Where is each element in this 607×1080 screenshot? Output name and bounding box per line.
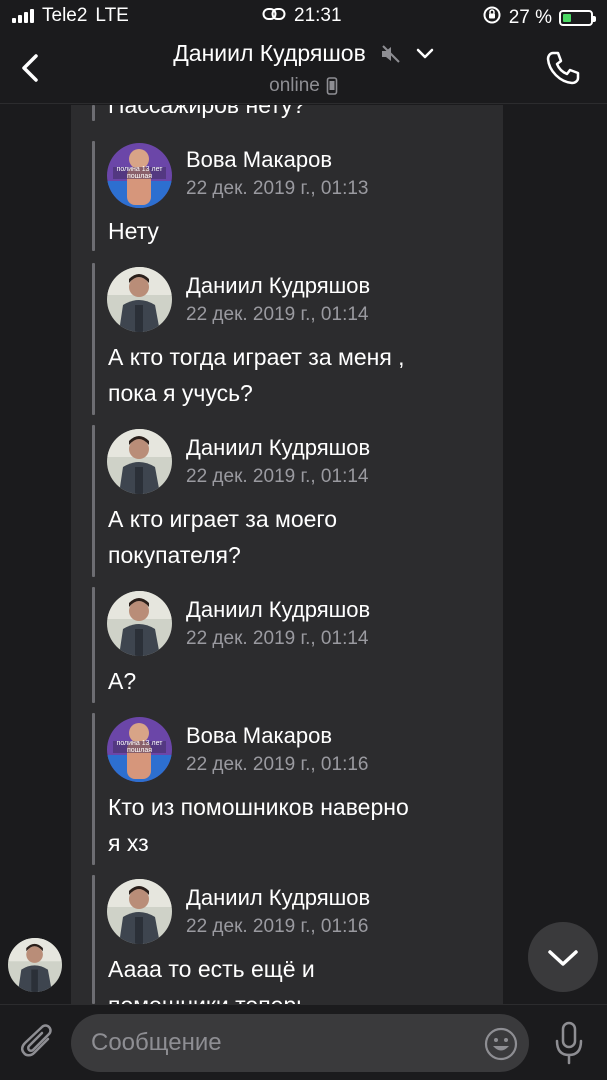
svg-text:полина 13 лет: полина 13 лет <box>117 166 164 173</box>
avatar-daniil[interactable] <box>107 879 172 944</box>
status-center: 21:31 <box>262 5 342 27</box>
message-date: 22 дек. 2019 г., 01:16 <box>186 916 369 937</box>
avatar-daniil[interactable] <box>107 267 172 332</box>
message-line: А кто тогда играет за меня , <box>108 344 405 370</box>
voice-record-button[interactable] <box>551 1019 587 1067</box>
message-author: Даниил Кудряшов <box>186 273 371 298</box>
message-text: Нету <box>108 218 159 244</box>
chat-header: Даниил Кудряшов online <box>0 34 607 104</box>
svg-text:полина 13 лет: полина 13 лет <box>117 740 164 747</box>
message-text: Аааа то есть ещё и помошники теперь <box>108 951 488 1004</box>
svg-text:пошлая: пошлая <box>127 747 152 754</box>
message-line: А кто играет за моего <box>108 506 338 532</box>
avatar-vova[interactable]: полина 13 лет пошлая <box>107 143 172 208</box>
compose-bar <box>0 1004 607 1080</box>
message-date: 22 дек. 2019 г., 01:14 <box>186 466 369 487</box>
chevron-down-icon <box>548 950 578 966</box>
message-line: помошники теперь <box>108 987 488 1004</box>
message-author: Даниил Кудряшов <box>186 597 371 622</box>
battery-icon <box>559 10 596 26</box>
message-text: Пассажиров нету? <box>108 105 306 118</box>
sender-avatar[interactable] <box>8 938 62 992</box>
svg-text:пошлая: пошлая <box>127 173 152 180</box>
quote-line <box>92 425 95 577</box>
emoji-button[interactable] <box>483 1026 519 1062</box>
message-author: Даниил Кудряшов <box>186 435 371 460</box>
quote-line <box>92 105 95 121</box>
orientation-lock-icon <box>482 5 502 31</box>
carrier-label: Tele2 <box>42 5 88 26</box>
clock: 21:31 <box>294 5 342 26</box>
microphone-icon <box>555 1021 583 1065</box>
phone-icon <box>546 51 580 85</box>
battery-percent: 27 % <box>508 7 552 28</box>
message-line: я хз <box>108 830 149 856</box>
call-button[interactable] <box>543 48 583 88</box>
message-text: А кто играет за моего покупателя? <box>108 501 488 573</box>
chat-title: Даниил Кудряшов <box>173 40 366 66</box>
network-label: LTE <box>95 5 129 26</box>
header-title-area[interactable]: Даниил Кудряшов online <box>0 40 607 97</box>
message-line: Аааа то есть ещё и <box>108 956 315 982</box>
quote-line <box>92 875 95 1004</box>
message-line: пока я учусь? <box>108 380 253 406</box>
quote-line <box>92 141 95 251</box>
battery-fill <box>563 14 571 22</box>
avatar-daniil[interactable] <box>107 591 172 656</box>
message-field[interactable] <box>71 1014 529 1072</box>
smiley-icon <box>484 1027 518 1061</box>
message-line: покупателя? <box>108 542 241 568</box>
message-date: 22 дек. 2019 г., 01:13 <box>186 178 369 199</box>
message-text: Кто из помошников наверно я хз <box>108 789 488 861</box>
status-right: 27 % <box>482 5 596 31</box>
message-date: 22 дек. 2019 г., 01:16 <box>186 754 369 775</box>
avatar-vova[interactable]: полина 13 лет пошлая <box>107 717 172 782</box>
muted-speaker-icon <box>381 44 400 63</box>
message-text: А? <box>108 668 137 694</box>
status-bar: Tele2 LTE 21:31 27 % <box>0 0 607 34</box>
message-line: Кто из помошников наверно <box>108 794 409 820</box>
signal-icon <box>12 9 34 23</box>
message-author: Вова Макаров <box>186 723 333 748</box>
quote-line <box>92 587 95 703</box>
quote-line <box>92 713 95 865</box>
message-author: Вова Макаров <box>186 147 333 172</box>
status-left: Tele2 LTE <box>12 5 129 27</box>
link-icon <box>262 5 286 27</box>
message-date: 22 дек. 2019 г., 01:14 <box>186 304 369 325</box>
presence-status: online <box>269 75 320 96</box>
avatar-daniil[interactable] <box>107 429 172 494</box>
message-date: 22 дек. 2019 г., 01:14 <box>186 628 369 649</box>
attach-button[interactable] <box>18 1021 58 1065</box>
scroll-to-bottom-button[interactable] <box>528 922 598 992</box>
paperclip-icon <box>20 1024 52 1057</box>
message-text: А кто тогда играет за меня , пока я учус… <box>108 339 488 411</box>
message-author: Даниил Кудряшов <box>186 885 371 910</box>
mobile-device-icon <box>326 77 338 95</box>
message-input[interactable] <box>91 1014 471 1072</box>
chat-area[interactable]: Пассажиров нету? полина 13 лет пошлая Во… <box>0 105 607 1004</box>
chevron-down-icon <box>416 48 434 58</box>
quote-line <box>92 263 95 415</box>
